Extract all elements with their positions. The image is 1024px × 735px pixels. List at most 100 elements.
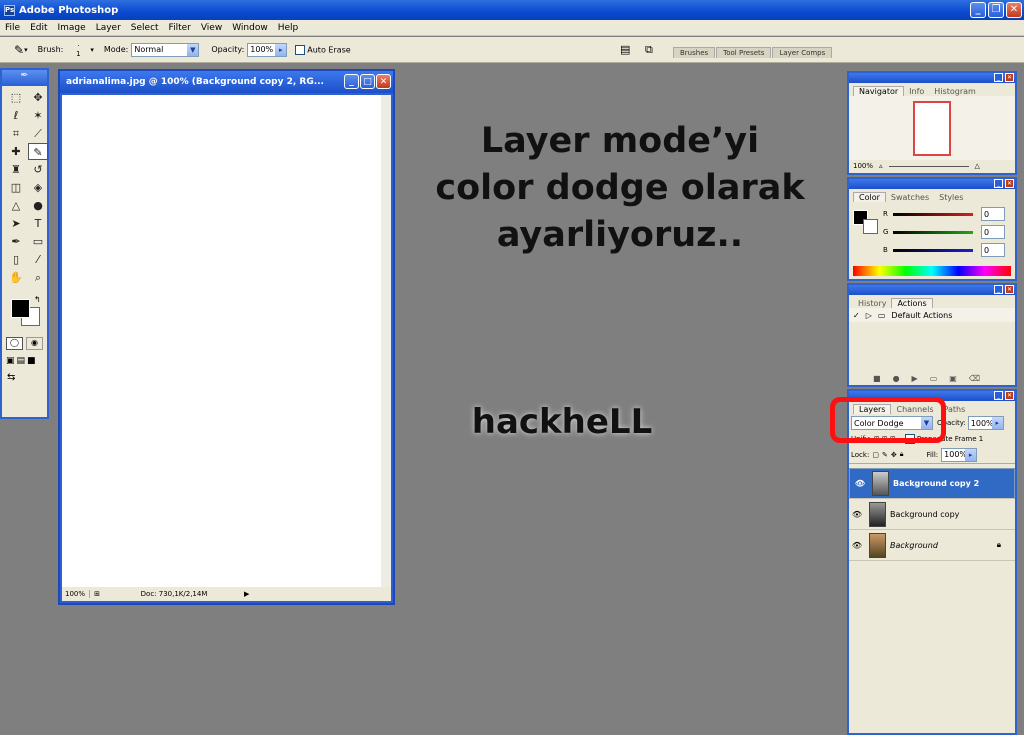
- lock-transparency-icon[interactable]: ▢: [872, 451, 879, 459]
- paint-bucket-icon[interactable]: ◈: [28, 179, 48, 196]
- well-tab-tool-presets[interactable]: Tool Presets: [716, 47, 772, 58]
- play-icon[interactable]: ▶: [912, 374, 918, 383]
- panel-minimize-icon[interactable]: _: [994, 391, 1003, 400]
- restore-button[interactable]: ❐: [988, 2, 1004, 18]
- well-tab-layer-comps[interactable]: Layer Comps: [772, 47, 833, 58]
- brush-picker[interactable]: · 1: [66, 42, 90, 58]
- pencil-tool-icon[interactable]: ✎: [14, 43, 24, 57]
- status-menu-arrow-icon[interactable]: ▶: [244, 590, 249, 598]
- screen-mode-standard-icon[interactable]: ▣: [6, 356, 15, 366]
- layer-opacity-input[interactable]: 100% ▸: [967, 416, 1004, 430]
- panel-minimize-icon[interactable]: _: [994, 73, 1003, 82]
- navigator-zoom[interactable]: 100%: [853, 162, 873, 170]
- jump-to-imageready-icon[interactable]: ⇆: [2, 372, 47, 383]
- move-tool-icon[interactable]: ✥: [28, 89, 48, 106]
- panel-minimize-icon[interactable]: _: [994, 285, 1003, 294]
- zoom-out-icon[interactable]: ▵: [879, 162, 883, 170]
- layer-row[interactable]: 👁︎ Background copy 2: [849, 468, 1015, 499]
- screen-mode-full-menu-icon[interactable]: ▤: [17, 356, 26, 366]
- color-slider-b[interactable]: B0: [883, 242, 1007, 258]
- menu-select[interactable]: Select: [126, 23, 164, 33]
- new-action-icon[interactable]: ▣: [949, 374, 957, 383]
- bg-color-chip[interactable]: [863, 219, 878, 234]
- color-spectrum[interactable]: [853, 266, 1011, 276]
- menu-image[interactable]: Image: [53, 23, 91, 33]
- tab-info[interactable]: Info: [904, 87, 929, 96]
- blur-tool-icon[interactable]: △: [6, 197, 26, 214]
- new-set-icon[interactable]: ▭: [930, 374, 938, 383]
- tab-navigator[interactable]: Navigator: [853, 86, 905, 96]
- pencil-tool-icon-active[interactable]: ✎: [28, 143, 48, 160]
- notes-tool-icon[interactable]: ▯: [6, 251, 26, 268]
- crop-tool-icon[interactable]: ⌗: [6, 125, 26, 142]
- screen-mode-full-icon[interactable]: ■: [27, 356, 36, 366]
- auto-erase-checkbox[interactable]: Auto Erase: [295, 44, 351, 55]
- opacity-input[interactable]: 100% ▸: [247, 42, 288, 57]
- slice-tool-icon[interactable]: ⟋: [28, 125, 48, 142]
- channel-track[interactable]: [893, 212, 973, 216]
- panel-close-icon[interactable]: ✕: [1005, 391, 1014, 400]
- tab-swatches[interactable]: Swatches: [886, 193, 934, 202]
- channel-value-input[interactable]: 0: [981, 207, 1005, 221]
- fill-input[interactable]: 100% ▸: [941, 447, 978, 462]
- channel-value-input[interactable]: 0: [981, 225, 1005, 239]
- menu-file[interactable]: File: [0, 23, 25, 33]
- visibility-eye-icon[interactable]: 👁︎: [849, 510, 865, 519]
- type-tool-icon[interactable]: T: [28, 215, 48, 232]
- color-slider-r[interactable]: R0: [883, 206, 1007, 222]
- history-brush-icon[interactable]: ↺: [28, 161, 48, 178]
- lasso-tool-icon[interactable]: ℓ: [6, 107, 26, 124]
- zoom-field[interactable]: 100%: [62, 590, 90, 598]
- tab-actions[interactable]: Actions: [891, 298, 933, 308]
- zoom-tool-icon[interactable]: ⌕: [28, 269, 48, 286]
- menu-help[interactable]: Help: [273, 23, 304, 33]
- trash-icon[interactable]: ⌫: [969, 374, 980, 383]
- path-select-icon[interactable]: ➤: [6, 215, 26, 232]
- document-canvas[interactable]: [62, 95, 383, 589]
- menu-edit[interactable]: Edit: [25, 23, 52, 33]
- brush-arrow-icon[interactable]: ▾: [90, 46, 94, 54]
- swap-colors-icon[interactable]: ↰: [34, 295, 41, 304]
- panel-close-icon[interactable]: ✕: [1005, 179, 1014, 188]
- vertical-scrollbar[interactable]: [381, 95, 391, 589]
- doc-maximize-button[interactable]: □: [360, 74, 375, 89]
- panel-close-icon[interactable]: ✕: [1005, 73, 1014, 82]
- color-slider-g[interactable]: G0: [883, 224, 1007, 240]
- foreground-color-swatch[interactable]: [11, 299, 30, 318]
- lock-paint-icon[interactable]: ✎: [882, 451, 888, 459]
- standard-mode-icon[interactable]: ◯: [6, 337, 23, 350]
- hand-tool-icon[interactable]: ✋: [6, 269, 26, 286]
- eyedropper-icon[interactable]: ⁄: [28, 251, 48, 268]
- visibility-eye-icon[interactable]: 👁︎: [849, 541, 865, 550]
- zoom-slider[interactable]: [888, 165, 969, 167]
- tab-styles[interactable]: Styles: [934, 193, 968, 202]
- shape-tool-icon[interactable]: ▭: [28, 233, 48, 250]
- menu-filter[interactable]: Filter: [164, 23, 196, 33]
- record-icon[interactable]: ●: [893, 374, 900, 383]
- mode-select[interactable]: Normal ▼: [131, 42, 200, 57]
- channel-track[interactable]: [893, 230, 973, 234]
- channel-value-input[interactable]: 0: [981, 243, 1005, 257]
- minimize-button[interactable]: _: [970, 2, 986, 18]
- doc-close-button[interactable]: ✕: [376, 74, 391, 89]
- tab-histogram[interactable]: Histogram: [929, 87, 981, 96]
- well-tab-brushes[interactable]: Brushes: [673, 47, 716, 58]
- visibility-eye-icon[interactable]: 👁︎: [852, 479, 868, 488]
- palette-well-icon[interactable]: ⧉: [645, 43, 653, 57]
- magic-wand-icon[interactable]: ✶: [28, 107, 48, 124]
- tab-history[interactable]: History: [853, 299, 891, 308]
- tab-color[interactable]: Color: [853, 192, 886, 202]
- lock-all-icon[interactable]: 🔒︎: [900, 450, 904, 459]
- stop-icon[interactable]: ■: [873, 374, 881, 383]
- check-icon[interactable]: ✓: [853, 311, 860, 320]
- expand-arrow-icon[interactable]: ▷: [866, 311, 872, 320]
- tool-preset-arrow-icon[interactable]: ▾: [24, 46, 28, 54]
- action-set-row[interactable]: ✓ ▷ ▭ Default Actions: [849, 308, 1015, 322]
- dodge-tool-icon[interactable]: ●: [28, 197, 48, 214]
- quick-mask-icon[interactable]: ◉: [26, 337, 43, 350]
- channel-track[interactable]: [893, 248, 973, 252]
- panel-minimize-icon[interactable]: _: [994, 179, 1003, 188]
- menu-view[interactable]: View: [196, 23, 227, 33]
- menu-layer[interactable]: Layer: [91, 23, 126, 33]
- healing-brush-icon[interactable]: ✚: [6, 143, 26, 160]
